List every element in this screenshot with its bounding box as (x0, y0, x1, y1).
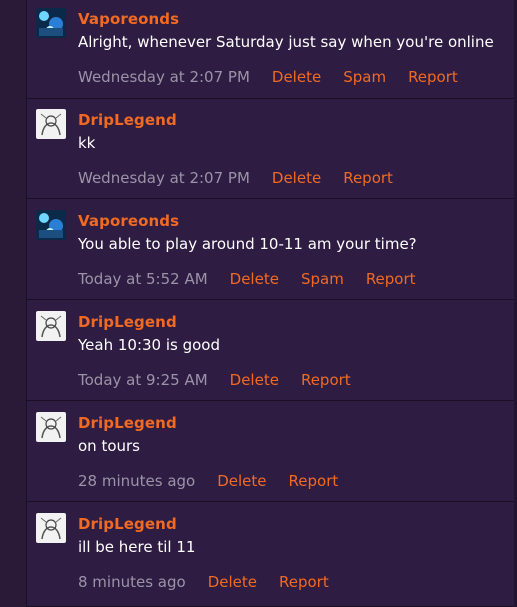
message-item: DripLegend kk Wednesday at 2:07 PM Delet… (27, 99, 517, 199)
message-meta: Wednesday at 2:07 PM Delete Report (78, 169, 415, 187)
timestamp[interactable]: Wednesday at 2:07 PM (78, 169, 250, 187)
report-link[interactable]: Report (408, 68, 458, 86)
message-item: DripLegend Yeah 10:30 is good Today at 9… (27, 301, 517, 401)
sketch-avatar[interactable] (36, 311, 66, 341)
message-text: Alright, whenever Saturday just say when… (78, 33, 494, 51)
message-text: ill be here til 11 (78, 538, 196, 556)
timestamp[interactable]: Wednesday at 2:07 PM (78, 68, 250, 86)
sketch-avatar[interactable] (36, 109, 66, 139)
delete-link[interactable]: Delete (230, 371, 279, 389)
spam-link[interactable]: Spam (301, 270, 344, 288)
report-link[interactable]: Report (343, 169, 393, 187)
delete-link[interactable]: Delete (208, 573, 257, 591)
timestamp[interactable]: Today at 5:52 AM (78, 270, 208, 288)
message-meta: Today at 9:25 AM Delete Report (78, 371, 373, 389)
message-text: Yeah 10:30 is good (78, 336, 221, 354)
delete-link[interactable]: Delete (272, 169, 321, 187)
delete-link[interactable]: Delete (272, 68, 321, 86)
vaporeon-avatar[interactable] (36, 8, 66, 38)
sketch-avatar[interactable] (36, 513, 66, 543)
author-name[interactable]: Vaporeonds (78, 212, 179, 230)
delete-link[interactable]: Delete (217, 472, 266, 490)
vaporeon-avatar[interactable] (36, 210, 66, 240)
timestamp[interactable]: 28 minutes ago (78, 472, 195, 490)
message-text: You able to play around 10-11 am your ti… (78, 235, 417, 253)
timestamp[interactable]: 8 minutes ago (78, 573, 186, 591)
message-meta: 28 minutes ago Delete Report (78, 472, 360, 490)
author-name[interactable]: DripLegend (78, 111, 177, 129)
message-text: kk (78, 134, 96, 152)
author-name[interactable]: DripLegend (78, 515, 177, 533)
message-meta: 8 minutes ago Delete Report (78, 573, 351, 591)
message-item: DripLegend ill be here til 11 8 minutes … (27, 503, 517, 607)
author-name[interactable]: Vaporeonds (78, 10, 179, 28)
author-name[interactable]: DripLegend (78, 313, 177, 331)
report-link[interactable]: Report (301, 371, 351, 389)
spam-link[interactable]: Spam (343, 68, 386, 86)
conversation-window: Vaporeonds Alright, whenever Saturday ju… (0, 0, 517, 607)
message-meta: Wednesday at 2:07 PM Delete Spam Report (78, 68, 480, 86)
author-name[interactable]: DripLegend (78, 414, 177, 432)
message-thread: Vaporeonds Alright, whenever Saturday ju… (26, 0, 517, 607)
report-link[interactable]: Report (289, 472, 339, 490)
sketch-avatar[interactable] (36, 412, 66, 442)
message-text: on tours (78, 437, 140, 455)
report-link[interactable]: Report (366, 270, 416, 288)
timestamp[interactable]: Today at 9:25 AM (78, 371, 208, 389)
left-rail (0, 0, 26, 607)
message-item: Vaporeonds Alright, whenever Saturday ju… (27, 0, 517, 99)
report-link[interactable]: Report (279, 573, 329, 591)
message-item: Vaporeonds You able to play around 10-11… (27, 200, 517, 300)
message-item: DripLegend on tours 28 minutes ago Delet… (27, 402, 517, 502)
message-meta: Today at 5:52 AM Delete Spam Report (78, 270, 438, 288)
delete-link[interactable]: Delete (230, 270, 279, 288)
